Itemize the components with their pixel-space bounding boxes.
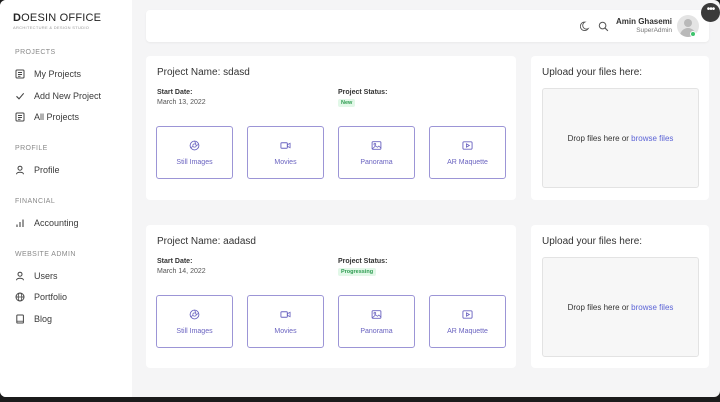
- upload-card: Upload your files here: Drop files here …: [531, 225, 709, 368]
- sidebar-item-label: Users: [34, 271, 58, 281]
- sidebar-item-portfolio[interactable]: Portfolio: [15, 292, 67, 302]
- brand-name: DOESIN OFFICE: [13, 12, 102, 24]
- dropzone-text: Drop files here or browse files: [567, 133, 674, 143]
- bar-chart-icon: [15, 218, 25, 228]
- button-label: Movies: [274, 158, 297, 166]
- panorama-button[interactable]: Panorama: [338, 126, 415, 179]
- start-date-value: March 13, 2022: [157, 99, 206, 106]
- nav-section-website-admin: WEBSITE ADMIN: [15, 251, 76, 258]
- project-name: Project Name: aadasd: [157, 236, 256, 247]
- button-label: Panorama: [360, 327, 393, 335]
- sidebar-item-my-projects[interactable]: My Projects: [15, 69, 81, 79]
- window-bottom-edge: [0, 397, 720, 402]
- sidebar: DOESIN OFFICE ARCHITECTURE & DESIGN STUD…: [0, 0, 132, 397]
- search-icon[interactable]: [597, 20, 609, 32]
- avatar-head: [684, 19, 692, 27]
- aperture-icon: [189, 140, 200, 150]
- sidebar-item-label: Blog: [34, 314, 53, 324]
- user-icon: [15, 165, 25, 175]
- project-status-label: Project Status:: [338, 89, 388, 96]
- book-icon: [15, 314, 25, 324]
- sidebar-item-all-projects[interactable]: All Projects: [15, 112, 79, 122]
- globe-icon: [15, 292, 25, 302]
- start-date-label: Start Date:: [157, 258, 193, 265]
- nav-section-projects: PROJECTS: [15, 49, 56, 56]
- sidebar-item-add-new-project[interactable]: Add New Project: [15, 91, 101, 101]
- nav-section-profile: PROFILE: [15, 145, 48, 152]
- project-status-label: Project Status:: [338, 258, 388, 265]
- start-date-label: Start Date:: [157, 89, 193, 96]
- image-icon: [371, 309, 382, 319]
- users-icon: [15, 271, 25, 281]
- video-camera-icon: [280, 141, 291, 149]
- button-label: AR Maquette: [447, 158, 488, 166]
- sidebar-item-label: My Projects: [34, 69, 82, 79]
- image-icon: [371, 140, 382, 150]
- movies-button[interactable]: Movies: [247, 126, 324, 179]
- start-date-value: March 14, 2022: [157, 268, 206, 275]
- ar-maquette-button[interactable]: AR Maquette: [429, 295, 506, 348]
- sidebar-item-profile[interactable]: Profile: [15, 165, 60, 175]
- brand-subtitle: ARCHITECTURE & DESIGN STUDIO: [13, 25, 90, 30]
- sidebar-item-label: Add New Project: [34, 91, 102, 101]
- button-label: Movies: [274, 327, 297, 335]
- moon-icon[interactable]: [579, 20, 591, 32]
- sidebar-item-users[interactable]: Users: [15, 271, 58, 281]
- project-card: Project Name: aadasd Start Date: March 1…: [146, 225, 516, 368]
- file-dropzone[interactable]: Drop files here or browse files: [542, 88, 699, 188]
- sidebar-item-label: Accounting: [34, 218, 79, 228]
- sidebar-item-label: Profile: [34, 165, 60, 175]
- ar-maquette-button[interactable]: AR Maquette: [429, 126, 506, 179]
- still-images-button[interactable]: Still Images: [156, 126, 233, 179]
- file-dropzone[interactable]: Drop files here or browse files: [542, 257, 699, 357]
- project-name: Project Name: sdasd: [157, 67, 250, 78]
- dropzone-text: Drop files here or browse files: [567, 302, 674, 312]
- video-camera-icon: [280, 310, 291, 318]
- movies-button[interactable]: Movies: [247, 295, 324, 348]
- sidebar-item-label: All Projects: [34, 112, 80, 122]
- play-icon: [462, 140, 473, 150]
- upload-title: Upload your files here:: [542, 236, 643, 247]
- still-images-button[interactable]: Still Images: [156, 295, 233, 348]
- more-options-button[interactable]: •••: [701, 3, 720, 22]
- upload-title: Upload your files here:: [542, 67, 643, 78]
- play-icon: [462, 309, 473, 319]
- status-badge: New: [338, 99, 356, 107]
- browse-files-link[interactable]: browse files: [631, 303, 673, 312]
- user-name[interactable]: Amin Ghasemi: [616, 17, 672, 26]
- grid-list-icon: [15, 112, 25, 122]
- sidebar-item-accounting[interactable]: Accounting: [15, 218, 79, 228]
- status-badge: Progressing: [338, 268, 377, 276]
- button-label: Still Images: [176, 327, 213, 335]
- brand-logo[interactable]: DOESIN OFFICE ARCHITECTURE & DESIGN STUD…: [13, 12, 101, 30]
- upload-card: Upload your files here: Drop files here …: [531, 56, 709, 200]
- browse-files-link[interactable]: browse files: [631, 134, 673, 143]
- sidebar-item-blog[interactable]: Blog: [15, 314, 52, 324]
- button-label: AR Maquette: [447, 327, 488, 335]
- sidebar-item-label: Portfolio: [34, 292, 68, 302]
- check-icon: [15, 91, 25, 101]
- button-label: Panorama: [360, 158, 393, 166]
- aperture-icon: [189, 309, 200, 319]
- top-bar: Amin Ghasemi SuperAdmin: [146, 10, 709, 42]
- grid-list-icon: [15, 69, 25, 79]
- app-window: DOESIN OFFICE ARCHITECTURE & DESIGN STUD…: [0, 0, 720, 397]
- project-card: Project Name: sdasd Start Date: March 13…: [146, 56, 516, 200]
- panorama-button[interactable]: Panorama: [338, 295, 415, 348]
- online-status-dot: [690, 31, 696, 37]
- user-role: SuperAdmin: [636, 27, 672, 34]
- nav-section-financial: FINANCIAL: [15, 198, 56, 205]
- button-label: Still Images: [176, 158, 213, 166]
